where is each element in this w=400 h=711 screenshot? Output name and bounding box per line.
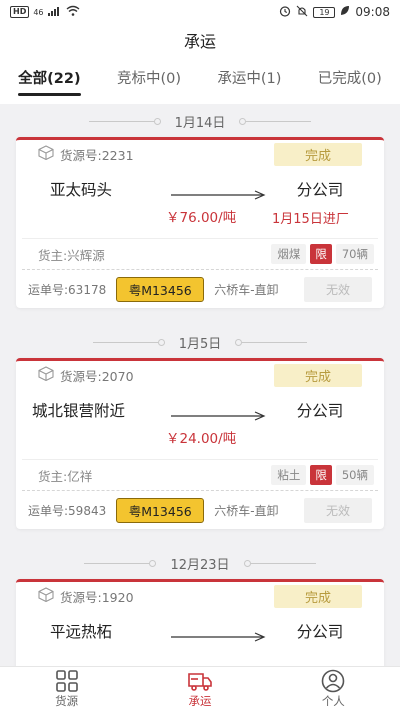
source-info: 货源号:2231 [38,145,134,164]
hd-icon: HD [10,6,30,18]
date-label: 1月5日 [178,336,222,352]
price-label: ￥76.00/吨 [166,210,237,226]
bottom-nav: 货源 承运 个人 [0,666,400,711]
destination-label: 分公司 [296,402,344,420]
source-number: 货源号:1920 [60,589,134,605]
cargo-tags: 粘土 限 50辆 [271,465,374,485]
price-label: ￥24.00/吨 [166,431,237,447]
status-right: 19 09:08 [279,5,390,20]
nav-label: 承运 [188,694,212,708]
date-separator: 1月14日 [0,105,400,137]
page-title: 承运 [0,24,400,60]
route-info: 城北银营附近 分公司 ￥24.00/吨 [16,389,384,459]
cargo-tag: 烟煤 [271,244,307,264]
shipper-label: 货主:兴辉源 [38,247,105,263]
arrow-icon [171,411,266,421]
nav-label: 个人 [321,694,345,708]
shipper-row: 货主:亿祥 粘土 限 50辆 [22,459,378,491]
box-icon [38,366,54,384]
destination-label: 分公司 [296,623,344,641]
order-card[interactable]: 货源号:2070 完成 城北银营附近 分公司 ￥24.00/吨 货主:亿祥 粘土… [16,358,384,529]
date-separator: 1月5日 [0,326,400,358]
box-icon [38,145,54,163]
clock-time: 09:08 [355,5,390,19]
invalid-button[interactable]: 无效 [304,497,372,523]
card-header: 货源号:1920 完成 [16,582,384,610]
vehicle-count-tag: 50辆 [335,465,374,485]
date-line-right [243,559,316,567]
source-number: 货源号:2070 [60,368,134,384]
order-card[interactable]: 货源号:1920 完成 平远热柘 分公司 [16,579,384,666]
limit-tag: 限 [310,465,332,485]
tab-all[interactable]: 全部(22) [12,60,86,104]
person-icon [322,669,345,693]
origin-label: 平远热柘 [50,623,113,641]
waybill-row: 运单号:59843 粤M13456 六桥车-直卸 无效 [16,491,384,529]
tab-bar: 全部(22) 竞标中(0) 承运中(1) 已完成(0) [0,60,400,104]
source-info: 货源号:2070 [38,366,134,385]
status-badge: 完成 [274,584,362,608]
signal-icon [47,5,62,19]
battery-icon: 19 [313,6,336,18]
alarm-icon [279,5,291,20]
route-info: 亚太码头 分公司 ￥76.00/吨 1月15日进厂 [16,168,384,238]
arrow-icon [171,632,266,642]
tab-bidding[interactable]: 竞标中(0) [111,60,187,104]
source-number: 货源号:2231 [60,147,134,163]
license-plate: 粤M13456 [116,497,205,523]
license-plate: 粤M13456 [116,276,205,302]
vehicle-count-tag: 70辆 [335,244,374,264]
waybill-row: 运单号:63178 粤M13456 六桥车-直卸 无效 [16,270,384,308]
arrival-label: 1月15日进厂 [272,212,349,227]
status-badge: 完成 [274,142,362,166]
waybill-number: 运单号:59843 [28,503,107,518]
waybill-number: 运单号:63178 [28,282,107,297]
mute-icon [296,5,308,20]
grid-icon [55,670,78,692]
cargo-tags: 烟煤 限 70辆 [271,244,374,264]
date-line-right [239,117,312,125]
wifi-icon [66,5,80,19]
card-header: 货源号:2070 完成 [16,361,384,389]
date-label: 1月14日 [174,115,226,131]
date-line-left [88,117,161,125]
shipper-row: 货主:兴辉源 烟煤 限 70辆 [22,238,378,270]
date-separator: 12月23日 [0,547,400,579]
date-line-left [84,559,157,567]
card-header: 货源号:2231 完成 [16,140,384,168]
origin-label: 城北银营附近 [32,402,126,420]
nav-label: 货源 [55,694,79,708]
date-line-left [92,338,165,346]
tab-completed[interactable]: 已完成(0) [312,60,388,104]
date-label: 12月23日 [170,557,230,573]
status-left: HD 46 [10,5,80,19]
order-card[interactable]: 货源号:2231 完成 亚太码头 分公司 ￥76.00/吨 1月15日进厂 货主… [16,137,384,308]
shipper-label: 货主:亿祥 [38,468,93,484]
source-info: 货源号:1920 [38,587,134,606]
network-label: 46 [33,7,44,17]
origin-label: 亚太码头 [50,181,113,199]
destination-label: 分公司 [296,181,344,199]
nav-profile[interactable]: 个人 [293,669,373,709]
order-list[interactable]: 1月14日 货源号:2231 完成 亚太码头 分公司 ￥76.00/吨 1月15… [0,104,400,666]
status-bar: HD 46 19 09:08 [0,0,400,24]
arrow-icon [171,190,266,200]
route-info: 平远热柘 分公司 [16,610,384,666]
invalid-button[interactable]: 无效 [304,276,372,302]
nav-carrier[interactable]: 承运 [160,669,240,709]
status-badge: 完成 [274,363,362,387]
leaf-icon [340,5,350,19]
nav-cargo-source[interactable]: 货源 [27,669,107,709]
tab-in-transit[interactable]: 承运中(1) [211,60,287,104]
date-line-right [235,338,308,346]
limit-tag: 限 [310,244,332,264]
truck-type: 六桥车-直卸 [214,282,279,297]
box-icon [38,587,54,605]
cargo-tag: 粘土 [271,465,307,485]
truck-icon [188,673,212,691]
truck-type: 六桥车-直卸 [214,503,279,518]
